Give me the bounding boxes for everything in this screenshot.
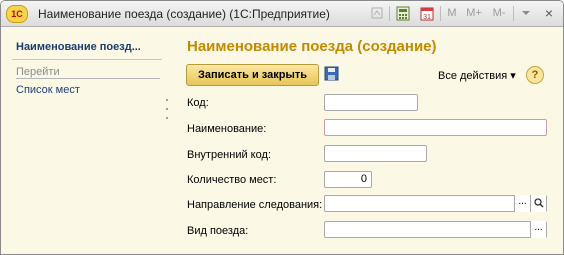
- toolbar-separator: [513, 6, 514, 21]
- calculator-icon[interactable]: [395, 6, 411, 21]
- navigation-panel: Наименование поезд... Перейти Список мес…: [1, 27, 167, 254]
- code-field[interactable]: [324, 94, 418, 111]
- app-window: 1С Наименование поезда (создание) (1С:Пр…: [0, 0, 564, 255]
- form-title: Наименование поезда (создание): [187, 38, 437, 55]
- panel-splitter[interactable]: [166, 99, 169, 126]
- direction-field[interactable]: ...: [324, 195, 547, 212]
- direction-label: Направление следования:: [187, 199, 323, 211]
- toolbar-separator: [389, 6, 390, 21]
- 1c-logo-icon[interactable]: 1С: [6, 5, 28, 23]
- home-icon[interactable]: [369, 6, 385, 21]
- nav-link-seat-list[interactable]: Список мест: [16, 84, 80, 96]
- save-and-close-button[interactable]: Записать и закрыть: [186, 64, 319, 86]
- help-icon[interactable]: ?: [526, 66, 544, 84]
- memory-button[interactable]: M: [445, 6, 459, 21]
- direction-search-icon[interactable]: [530, 195, 546, 212]
- toolbar-separator: [440, 6, 441, 21]
- train-type-label: Вид поезда:: [187, 225, 249, 237]
- dropdown-icon[interactable]: [519, 6, 533, 21]
- form-panel: Наименование поезда (создание) Записать …: [170, 27, 563, 254]
- save-disk-icon[interactable]: [324, 66, 339, 81]
- window-title: Наименование поезда (создание) (1С:Предп…: [38, 7, 330, 21]
- internal-code-label: Внутренний код:: [187, 149, 271, 161]
- nav-divider: [12, 59, 162, 60]
- direction-select-button[interactable]: ...: [514, 195, 530, 212]
- nav-section-header: Перейти: [16, 66, 60, 78]
- memory-plus-button[interactable]: M+: [464, 6, 484, 21]
- svg-text:31: 31: [423, 14, 431, 21]
- code-label: Код:: [187, 97, 209, 109]
- train-type-field[interactable]: ...: [324, 221, 547, 238]
- seats-count-field[interactable]: 0: [324, 171, 372, 188]
- train-type-select-button[interactable]: ...: [530, 221, 546, 238]
- all-actions-menu[interactable]: Все действия ▾: [438, 69, 516, 82]
- calendar-icon[interactable]: 31: [419, 6, 435, 21]
- nav-title[interactable]: Наименование поезд...: [16, 41, 141, 53]
- name-field[interactable]: [324, 119, 547, 136]
- nav-section-divider: [16, 78, 160, 79]
- title-bar: 1С Наименование поезда (создание) (1С:Пр…: [1, 1, 563, 27]
- seats-count-label: Количество мест:: [187, 174, 277, 186]
- internal-code-field[interactable]: [324, 145, 427, 162]
- memory-minus-button[interactable]: M-: [490, 6, 508, 21]
- name-label: Наименование:: [187, 123, 267, 135]
- close-button[interactable]: ×: [541, 6, 557, 21]
